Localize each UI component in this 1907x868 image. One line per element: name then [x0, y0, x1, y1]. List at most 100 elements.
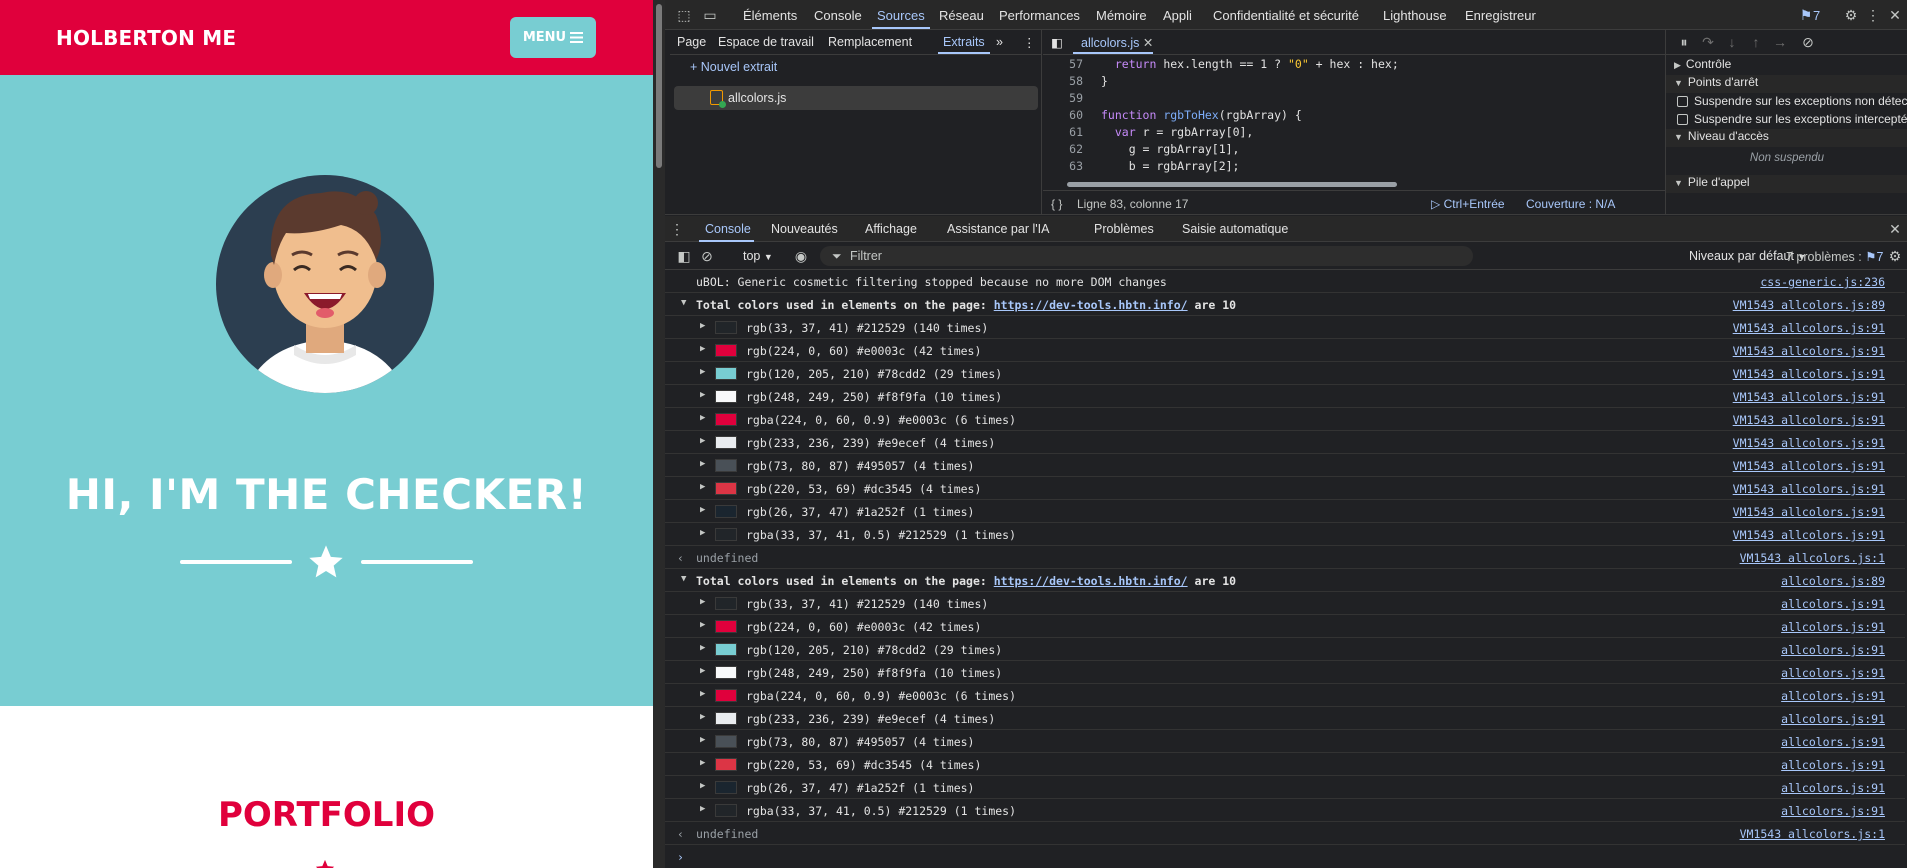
close-drawer-icon[interactable]: ✕ [1887, 221, 1903, 237]
source-link[interactable]: VM1543 allcolors.js:91 [1733, 413, 1885, 427]
more-tabs-icon[interactable]: » [996, 35, 1003, 49]
expand-arrow-icon[interactable]: ▼ [681, 574, 686, 584]
tab-network[interactable]: Réseau [939, 8, 984, 23]
snippet-item[interactable]: allcolors.js [674, 86, 1038, 110]
color-log-row[interactable]: ▶ rgb(248, 249, 250) #f8f9fa (10 times) VM… [665, 385, 1905, 408]
live-expression-eye-icon[interactable]: ◉ [793, 248, 809, 264]
source-link[interactable]: VM1543 allcolors.js:1 [1740, 827, 1885, 841]
color-log-row[interactable]: ▶ rgba(33, 37, 41, 0.5) #212529 (1 times)… [665, 523, 1905, 546]
source-link[interactable]: allcolors.js:91 [1781, 620, 1885, 634]
step-out-icon[interactable]: ↑ [1748, 34, 1764, 50]
settings-gear-icon[interactable]: ⚙ [1843, 7, 1859, 23]
drawer-tab-autofill[interactable]: Saisie automatique [1182, 222, 1288, 236]
deactivate-breakpoints-icon[interactable]: ⊘ [1800, 34, 1816, 50]
color-log-row[interactable]: ▶ rgba(224, 0, 60, 0.9) #e0003c (6 times)… [665, 408, 1905, 431]
expand-arrow-icon[interactable]: ▶ [700, 781, 705, 791]
editor-file-tab[interactable]: allcolors.js ✕ [1081, 35, 1153, 50]
expand-arrow-icon[interactable]: ▼ [681, 298, 686, 308]
console-prompt[interactable]: › [665, 845, 1905, 868]
drawer-tab-issues[interactable]: Problèmes [1094, 222, 1154, 236]
pretty-print-icon[interactable]: { } [1051, 197, 1062, 211]
color-log-row[interactable]: ▶ rgb(73, 80, 87) #495057 (4 times) allcol… [665, 730, 1905, 753]
color-log-row[interactable]: ▶ rgb(248, 249, 250) #f8f9fa (10 times) al… [665, 661, 1905, 684]
navigator-menu-icon[interactable]: ⋮ [1023, 35, 1036, 50]
device-toolbar-icon[interactable]: ▭ [702, 7, 718, 23]
tab-memory[interactable]: Mémoire [1096, 8, 1147, 23]
line-number[interactable]: 60 [1043, 108, 1083, 122]
drawer-menu-icon[interactable]: ⋮ [669, 221, 685, 237]
tab-sources[interactable]: Sources [877, 8, 925, 23]
code-content[interactable]: 57 return hex.length == 1 ? "0" + hex : … [1043, 56, 1653, 178]
expand-arrow-icon[interactable]: ▶ [700, 413, 705, 423]
page-url-link[interactable]: https://dev-tools.hbtn.info/ [994, 298, 1188, 312]
console-settings-gear-icon[interactable]: ⚙ [1887, 248, 1903, 264]
source-link[interactable]: VM1543 allcolors.js:91 [1733, 482, 1885, 496]
expand-arrow-icon[interactable]: ▶ [700, 758, 705, 768]
inspect-element-icon[interactable]: ⬚ [676, 7, 692, 23]
source-link[interactable]: VM1543 allcolors.js:89 [1733, 298, 1885, 312]
step-icon[interactable]: → [1772, 34, 1788, 50]
coverage-status[interactable]: Couverture : N/A [1526, 197, 1615, 211]
color-log-row[interactable]: ▶ rgb(26, 37, 47) #1a252f (1 times) allcol… [665, 776, 1905, 799]
line-number[interactable]: 63 [1043, 159, 1083, 173]
source-link[interactable]: allcolors.js:91 [1781, 804, 1885, 818]
color-log-row[interactable]: ▶ rgb(220, 53, 69) #dc3545 (4 times) allco… [665, 753, 1905, 776]
more-options-icon[interactable]: ⋮ [1865, 7, 1881, 23]
tab-recorder[interactable]: Enregistreur [1465, 8, 1536, 23]
tab-snippets[interactable]: Extraits [943, 35, 985, 49]
expand-arrow-icon[interactable]: ▶ [700, 344, 705, 354]
color-log-row[interactable]: ▶ rgb(220, 53, 69) #dc3545 (4 times) VM154… [665, 477, 1905, 500]
expand-arrow-icon[interactable]: ▶ [700, 643, 705, 653]
issues-icon[interactable]: ⚑ [1798, 7, 1814, 23]
editor-horizontal-scrollbar[interactable] [1053, 179, 1641, 189]
pause-caught-option[interactable]: Suspendre sur les exceptions interceptée [1666, 111, 1907, 129]
toggle-navigator-icon[interactable]: ◧ [1051, 35, 1063, 50]
line-number[interactable]: 62 [1043, 142, 1083, 156]
pause-icon[interactable]: ⏸ [1676, 34, 1692, 50]
color-log-row[interactable]: ▶ rgb(224, 0, 60) #e0003c (42 times) allco… [665, 615, 1905, 638]
page-scrollbar-thumb[interactable] [656, 4, 662, 168]
pause-caught-checkbox[interactable] [1677, 114, 1688, 125]
color-log-row[interactable]: ▶ rgb(224, 0, 60) #e0003c (42 times) VM154… [665, 339, 1905, 362]
drawer-tab-ai-assistance[interactable]: Assistance par l'IA [947, 222, 1049, 236]
source-link[interactable]: css-generic.js:236 [1760, 275, 1885, 289]
drawer-tab-whats-new[interactable]: Nouveautés [771, 222, 838, 236]
tab-page[interactable]: Page [677, 35, 706, 49]
expand-arrow-icon[interactable]: ▶ [700, 528, 705, 538]
source-link[interactable]: allcolors.js:91 [1781, 689, 1885, 703]
source-link[interactable]: VM1543 allcolors.js:91 [1733, 344, 1885, 358]
source-link[interactable]: VM1543 allcolors.js:91 [1733, 505, 1885, 519]
tab-application[interactable]: Appli [1163, 8, 1192, 23]
site-brand[interactable]: HOLBERTON ME [56, 26, 236, 50]
source-link[interactable]: allcolors.js:91 [1781, 643, 1885, 657]
source-link[interactable]: VM1543 allcolors.js:91 [1733, 367, 1885, 381]
pause-uncaught-option[interactable]: Suspendre sur les exceptions non détect [1666, 93, 1907, 111]
tab-workspace[interactable]: Espace de travail [718, 35, 814, 49]
expand-arrow-icon[interactable]: ▶ [700, 436, 705, 446]
line-number[interactable]: 61 [1043, 125, 1083, 139]
scope-section[interactable]: ▼ Niveau d'accès [1666, 129, 1907, 147]
source-link[interactable]: VM1543 allcolors.js:1 [1740, 551, 1885, 565]
issues-count[interactable]: 7 [1813, 8, 1820, 23]
source-link[interactable]: allcolors.js:91 [1781, 781, 1885, 795]
controls-section[interactable]: ▶ Contrôle [1666, 57, 1907, 75]
color-log-row[interactable]: ▶ rgb(26, 37, 47) #1a252f (1 times) VM1543… [665, 500, 1905, 523]
color-log-row[interactable]: ▶ rgb(120, 205, 210) #78cdd2 (29 times) al… [665, 638, 1905, 661]
expand-arrow-icon[interactable]: ▶ [700, 390, 705, 400]
source-link[interactable]: VM1543 allcolors.js:91 [1733, 390, 1885, 404]
editor-scroll-thumb[interactable] [1067, 182, 1397, 187]
tab-lighthouse[interactable]: Lighthouse [1383, 8, 1447, 23]
console-output[interactable]: uBOL: Generic cosmetic filtering stopped… [665, 270, 1907, 868]
run-snippet-button[interactable]: ▷ Ctrl+Entrée [1431, 197, 1505, 211]
source-link[interactable]: allcolors.js:91 [1781, 597, 1885, 611]
source-link[interactable]: VM1543 allcolors.js:91 [1733, 436, 1885, 450]
color-log-row[interactable]: ▶ rgba(224, 0, 60, 0.9) #e0003c (6 times)… [665, 684, 1905, 707]
call-stack-section[interactable]: ▼ Pile d'appel [1666, 175, 1907, 193]
tab-elements[interactable]: Éléments [743, 8, 797, 23]
source-link[interactable]: allcolors.js:89 [1781, 574, 1885, 588]
expand-arrow-icon[interactable]: ▶ [700, 666, 705, 676]
color-log-row[interactable]: ▶ rgb(233, 236, 239) #e9ecef (4 times) VM1… [665, 431, 1905, 454]
page-url-link[interactable]: https://dev-tools.hbtn.info/ [994, 574, 1188, 588]
step-over-icon[interactable]: ↷ [1700, 34, 1716, 50]
source-link[interactable]: allcolors.js:91 [1781, 758, 1885, 772]
